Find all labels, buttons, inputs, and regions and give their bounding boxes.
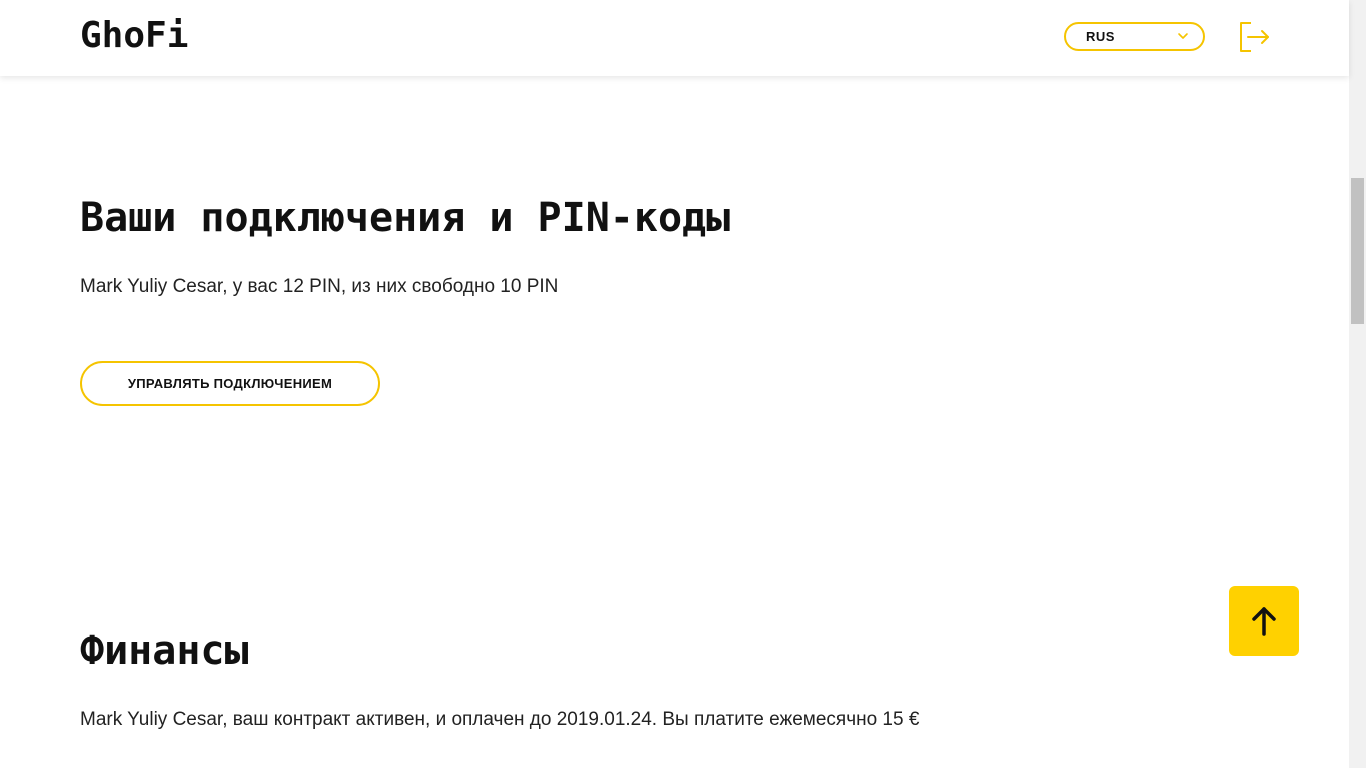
language-select[interactable]: RUS — [1064, 22, 1205, 51]
finances-title: Финансы — [80, 628, 249, 674]
arrow-up-icon — [1252, 607, 1276, 636]
chevron-down-icon — [1178, 33, 1188, 39]
language-select-value: RUS — [1086, 29, 1115, 44]
manage-connection-button[interactable]: УПРАВЛЯТЬ ПОДКЛЮЧЕНИЕМ — [80, 361, 380, 406]
finances-summary: Mark Yuliy Cesar, ваш контракт активен, … — [80, 709, 920, 730]
logout-button[interactable] — [1238, 20, 1272, 54]
logout-arrow-icon — [1240, 22, 1269, 52]
site-header: GhoFi RUS — [0, 0, 1349, 76]
connections-summary: Mark Yuliy Cesar, у вас 12 PIN, из них с… — [80, 276, 559, 297]
page-scrollbar[interactable] — [1349, 0, 1366, 768]
logo[interactable]: GhoFi — [80, 16, 188, 56]
scrollbar-thumb[interactable] — [1351, 178, 1364, 324]
scroll-to-top-button[interactable] — [1229, 586, 1299, 656]
connections-title: Ваши подключения и PIN-коды — [80, 195, 731, 241]
